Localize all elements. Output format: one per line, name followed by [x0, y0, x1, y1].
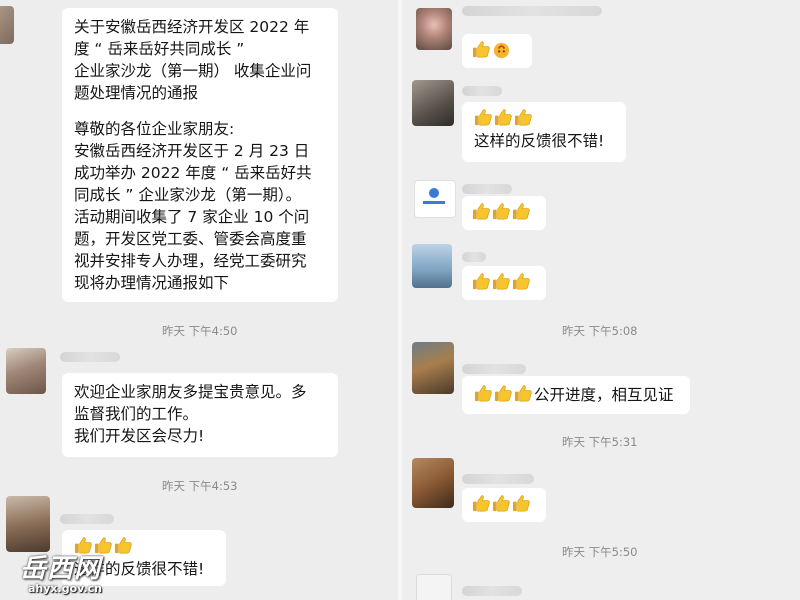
message-timestamp: 昨天 下午5:50 — [562, 545, 638, 559]
announcement-line: 现将办理情况通报如下 — [74, 274, 230, 292]
announcement-line: 题，开发区党工委、管委会高度重 — [74, 230, 307, 248]
thumbs-up-icon — [512, 495, 530, 512]
announcement-line: 题处理情况的通报 — [74, 84, 199, 102]
thumbs-up-icon — [492, 203, 510, 220]
announcement-line: 同成长 ” 企业家沙龙（第一期）。 — [74, 186, 302, 204]
sender-name-blurred — [462, 184, 512, 194]
thumbs-up-row — [472, 202, 536, 224]
thumbs-up-icon — [494, 385, 512, 402]
chat-message-bubble[interactable] — [462, 34, 532, 68]
sender-avatar[interactable] — [0, 6, 14, 44]
message-timestamp: 昨天 下午5:08 — [562, 324, 638, 338]
chat-pane-right: 这样的反馈很不错! 昨天 下午5:08 公开进度，相互见证 昨天 下午5:31 … — [402, 0, 800, 600]
sender-name-blurred — [462, 586, 522, 596]
sender-name-blurred — [60, 514, 114, 524]
sender-name-blurred — [462, 6, 602, 16]
announcement-message-bubble[interactable]: 关于安徽岳西经济开发区 2022 年 度 “ 岳来岳好共同成长 ” 企业家沙龙（… — [62, 8, 338, 302]
sender-name-blurred — [462, 86, 502, 96]
announcement-line: 活动期间收集了 7 家企业 10 个问 — [74, 208, 310, 226]
message-timestamp: 昨天 下午4:50 — [162, 324, 238, 338]
sender-name-blurred — [462, 474, 534, 484]
thumbs-up-icon — [492, 495, 510, 512]
message-timestamp: 昨天 下午5:31 — [562, 435, 638, 449]
sender-avatar[interactable] — [416, 574, 452, 600]
chat-message-bubble[interactable]: 欢迎企业家朋友多提宝贵意见。多 监督我们的工作。 我们开发区会尽力! — [62, 373, 338, 457]
sender-name-blurred — [60, 352, 120, 362]
announcement-line: 成功举办 2022 年度 “ 岳来岳好共 — [74, 164, 312, 182]
thumbs-up-icon — [474, 109, 492, 126]
sender-avatar[interactable] — [6, 496, 50, 552]
announcement-line: 安徽岳西经济开发区于 2 月 23 日 — [74, 142, 310, 160]
chat-message-bubble[interactable] — [462, 266, 546, 300]
message-line: 我们开发区会尽力! — [74, 427, 205, 445]
thumbs-up-icon — [494, 109, 512, 126]
thumbs-up-icon — [514, 385, 532, 402]
sender-name-blurred — [462, 364, 526, 374]
thumbs-up-icon — [472, 273, 490, 290]
thumbs-up-icon — [492, 273, 510, 290]
sender-avatar[interactable] — [412, 80, 454, 126]
thumbs-up-row — [474, 108, 614, 130]
fire-emoji-icon — [493, 42, 510, 59]
chat-message-bubble[interactable] — [462, 196, 546, 230]
thumbs-up-icon — [472, 495, 490, 512]
sender-avatar[interactable] — [414, 180, 456, 218]
announcement-line: 企业家沙龙（第一期） 收集企业问 — [74, 62, 312, 80]
announcement-line: 度 “ 岳来岳好共同成长 ” — [74, 40, 245, 58]
sender-avatar[interactable] — [412, 244, 452, 288]
sender-avatar[interactable] — [6, 348, 46, 394]
sender-avatar[interactable] — [412, 342, 454, 394]
site-watermark: 岳西网 ahyx.gov.cn — [20, 548, 130, 598]
thumbs-up-icon — [472, 41, 490, 58]
thumbs-up-row — [472, 272, 536, 294]
company-logo-icon — [423, 188, 445, 204]
chat-message-bubble[interactable]: 这样的反馈很不错! — [462, 102, 626, 162]
thumbs-up-icon — [472, 203, 490, 220]
message-timestamp: 昨天 下午4:53 — [162, 479, 238, 493]
message-line: 欢迎企业家朋友多提宝贵意见。多 — [74, 383, 307, 401]
announcement-line: 关于安徽岳西经济开发区 2022 年 — [74, 18, 310, 36]
chat-pane-left: 关于安徽岳西经济开发区 2022 年 度 “ 岳来岳好共同成长 ” 企业家沙龙（… — [0, 0, 398, 600]
sender-avatar[interactable] — [412, 458, 454, 508]
announcement-line: 尊敬的各位企业家朋友: — [74, 120, 235, 138]
thumbs-up-icon — [514, 109, 532, 126]
watermark-logo: 岳西网 — [20, 554, 102, 584]
message-line: 公开进度，相互见证 — [474, 384, 678, 406]
message-line: 监督我们的工作。 — [74, 405, 199, 423]
chat-message-bubble[interactable]: 公开进度，相互见证 — [462, 376, 690, 414]
chat-message-bubble[interactable] — [462, 488, 546, 522]
message-text: 这样的反馈很不错! — [474, 132, 605, 150]
sender-name-blurred — [462, 252, 486, 262]
thumbs-up-row — [472, 40, 522, 62]
thumbs-up-icon — [512, 203, 530, 220]
announcement-line: 视并安排专人办理，经党工委研究 — [74, 252, 307, 270]
watermark-url: ahyx.gov.cn — [28, 582, 102, 595]
message-text: 公开进度，相互见证 — [534, 386, 674, 404]
thumbs-up-row — [472, 494, 536, 516]
thumbs-up-icon — [512, 273, 530, 290]
sender-avatar[interactable] — [416, 8, 452, 50]
thumbs-up-icon — [474, 385, 492, 402]
